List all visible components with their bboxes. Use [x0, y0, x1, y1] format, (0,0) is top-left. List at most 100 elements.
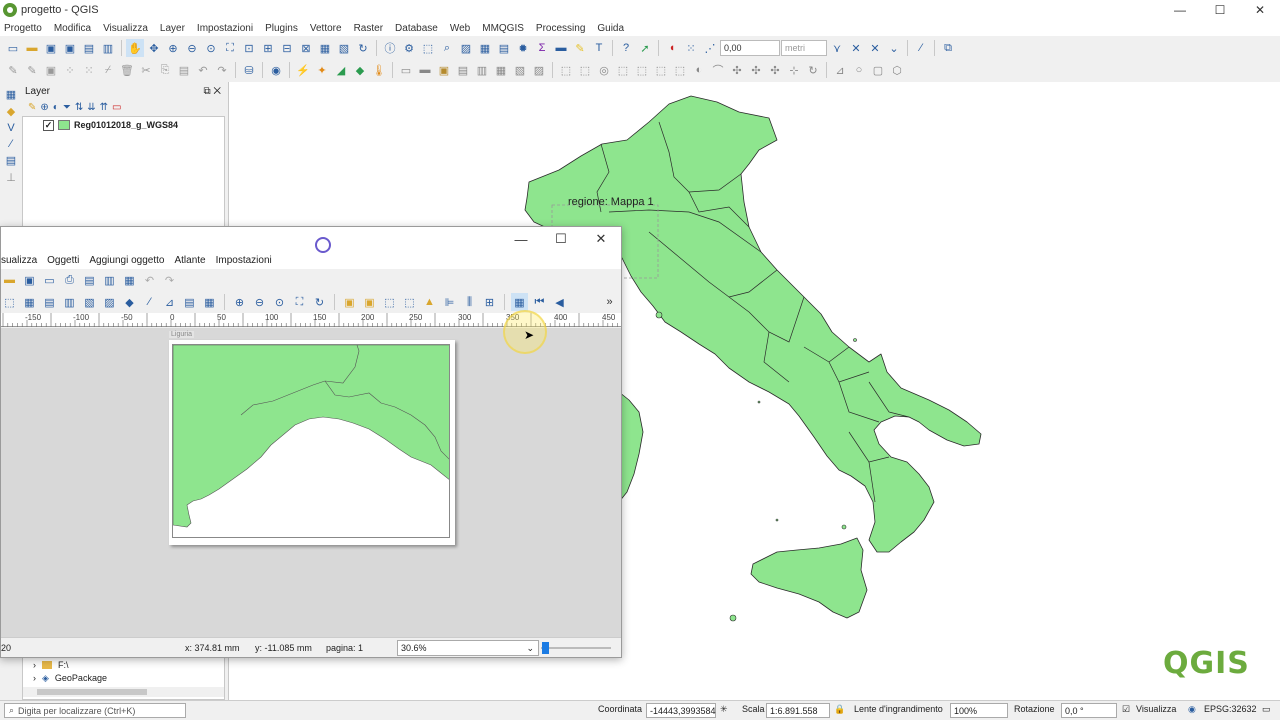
temperature-icon[interactable]: 🌡 — [370, 61, 388, 79]
undo-icon[interactable]: ↶ — [194, 61, 212, 79]
plugin-icon[interactable]: ➚ — [636, 39, 654, 57]
label-tool-1-icon[interactable]: ▭ — [397, 61, 415, 79]
digitize-6-icon[interactable]: ⬚ — [652, 61, 670, 79]
add-scalebar-icon[interactable]: ◆ — [121, 293, 138, 311]
layout-undo-icon[interactable]: ↶ — [141, 271, 158, 289]
lock-scale-icon[interactable]: 🔒 — [834, 704, 845, 715]
coordinate-field[interactable]: -14443,3993584 — [646, 703, 716, 718]
add-picture-icon[interactable]: ▥ — [61, 293, 78, 311]
layout-page[interactable] — [169, 340, 455, 545]
zoom-slider[interactable] — [541, 641, 613, 655]
save-project-icon[interactable]: ▣ — [42, 39, 60, 57]
manage-visibility-icon[interactable]: ◐ — [53, 102, 59, 113]
rotation-field[interactable]: 0,0 ° — [1061, 703, 1117, 718]
minimize-button[interactable]: — — [1160, 0, 1200, 20]
menu-guida[interactable]: Guida — [597, 23, 624, 34]
add-wms-icon[interactable]: ▤ — [6, 154, 16, 167]
remove-layer-icon[interactable]: ▭ — [112, 102, 121, 113]
save-as-icon[interactable]: ▣ — [61, 39, 79, 57]
add-raster-icon[interactable]: ▦ — [6, 88, 16, 101]
atlas-prev-icon[interactable]: ◀ — [551, 293, 568, 311]
zoom-out-icon[interactable]: ⊖ — [183, 39, 201, 57]
shape-3-icon[interactable]: ▢ — [869, 61, 887, 79]
atlas-first-icon[interactable]: ⏮ — [531, 293, 548, 311]
atlas-preview-icon[interactable]: ▦ — [511, 293, 528, 311]
map-tips-icon[interactable]: ✎ — [571, 39, 589, 57]
raise-items-icon[interactable]: ▲ — [421, 293, 438, 311]
digitize-10-icon[interactable]: ✣ — [728, 61, 746, 79]
layer-styling-icon[interactable]: ⧉ — [939, 39, 957, 57]
menu-modifica[interactable]: Modifica — [54, 23, 91, 34]
python-icon[interactable]: ⚡ — [294, 61, 312, 79]
ungroup-items-icon[interactable]: ⬚ — [401, 293, 418, 311]
render-checkbox[interactable]: ☑ — [1122, 704, 1130, 715]
expand-arrow-icon[interactable]: › — [33, 660, 36, 670]
refresh-icon[interactable]: ↻ — [354, 39, 372, 57]
select-icon[interactable]: ⬚ — [419, 39, 437, 57]
close-button[interactable]: ✕ — [1240, 0, 1280, 20]
more-tools-icon[interactable]: » — [601, 293, 618, 311]
database-icon[interactable]: ⛁ — [240, 61, 258, 79]
digitize-4-icon[interactable]: ⬚ — [614, 61, 632, 79]
layer-visibility-checkbox[interactable]: ✓ — [43, 119, 54, 131]
unlock-items-icon[interactable]: ▣ — [361, 293, 378, 311]
paste-icon[interactable]: ▤ — [175, 61, 193, 79]
menu-vettore[interactable]: Vettore — [310, 23, 342, 34]
menu-mmqgis[interactable]: MMQGIS — [482, 23, 524, 34]
globe-icon[interactable]: ◉ — [267, 61, 285, 79]
action-icon[interactable]: ⚙ — [400, 39, 418, 57]
digitize-1-icon[interactable]: ⬚ — [557, 61, 575, 79]
digitize-12-icon[interactable]: ✣ — [766, 61, 784, 79]
layout-close-button[interactable]: ✕ — [581, 227, 621, 251]
shape-4-icon[interactable]: ⬡ — [888, 61, 906, 79]
zoom-select[interactable]: 30.6% ⌄ — [397, 640, 539, 656]
help-icon[interactable]: ? — [617, 39, 635, 57]
distribute-items-icon[interactable]: ⫼ — [461, 293, 478, 311]
zoom-full-icon[interactable]: ⛶ — [221, 39, 239, 57]
menu-layer[interactable]: Layer — [160, 23, 185, 34]
text-annotation-icon[interactable]: T — [590, 39, 608, 57]
toolbox-icon[interactable]: ✹ — [514, 39, 532, 57]
add-line-icon[interactable]: V — [7, 122, 14, 134]
digitize-7-icon[interactable]: ⬚ — [671, 61, 689, 79]
resize-items-icon[interactable]: ⊞ — [481, 293, 498, 311]
layout-zoom-full-icon[interactable]: ⛶ — [291, 293, 308, 311]
delete-icon[interactable]: 🗑 — [118, 61, 136, 79]
add-group-icon[interactable]: ⊕ — [40, 102, 48, 113]
layout-open-icon[interactable]: ▬ — [1, 271, 18, 289]
tracing-icon[interactable]: ⌄ — [885, 39, 903, 57]
add-3d-map-icon[interactable]: ▤ — [41, 293, 58, 311]
deselect-icon[interactable]: ▨ — [457, 39, 475, 57]
add-feature-icon[interactable]: ⁘ — [61, 61, 79, 79]
processing-icon[interactable]: ✦ — [313, 61, 331, 79]
add-label-icon[interactable]: ▧ — [81, 293, 98, 311]
layout-zoom-out-icon[interactable]: ⊖ — [251, 293, 268, 311]
menu-impostazioni[interactable]: Impostazioni — [197, 23, 253, 34]
layout-menu-visualizza[interactable]: sualizza — [1, 255, 37, 266]
profile-icon[interactable]: ⁄ — [912, 39, 930, 57]
layout-menu-aggiungi-oggetto[interactable]: Aggiungi oggetto — [89, 255, 164, 266]
crs-label[interactable]: EPSG:32632 — [1204, 704, 1257, 714]
label-tool-5-icon[interactable]: ▥ — [473, 61, 491, 79]
select-item-icon[interactable]: ⬚ — [1, 293, 18, 311]
magnifier-field[interactable]: 100% — [950, 703, 1008, 718]
menu-database[interactable]: Database — [395, 23, 438, 34]
shape-1-icon[interactable]: ⊿ — [831, 61, 849, 79]
pan-icon[interactable]: ✋ — [126, 39, 144, 57]
avoid-overlap-icon[interactable]: ✕ — [866, 39, 884, 57]
add-node-icon[interactable]: ⊿ — [161, 293, 178, 311]
layout-menu-impostazioni[interactable]: Impostazioni — [216, 255, 272, 266]
label-tool-4-icon[interactable]: ▤ — [454, 61, 472, 79]
add-map-icon[interactable]: ▦ — [21, 293, 38, 311]
slider-handle[interactable] — [542, 642, 549, 654]
menu-web[interactable]: Web — [450, 23, 470, 34]
label-tool-3-icon[interactable]: ▣ — [435, 61, 453, 79]
copy-icon[interactable]: ⎘ — [156, 61, 174, 79]
layout-refresh-icon[interactable]: ↻ — [311, 293, 328, 311]
current-edits-icon[interactable]: ✎ — [4, 61, 22, 79]
attribute-table-icon[interactable]: ▦ — [476, 39, 494, 57]
layout-canvas[interactable]: Liguria — [1, 328, 621, 638]
label-tool-2-icon[interactable]: ▬ — [416, 61, 434, 79]
bookmark-icon[interactable]: ▦ — [316, 39, 334, 57]
zoom-next-icon[interactable]: ⊠ — [297, 39, 315, 57]
